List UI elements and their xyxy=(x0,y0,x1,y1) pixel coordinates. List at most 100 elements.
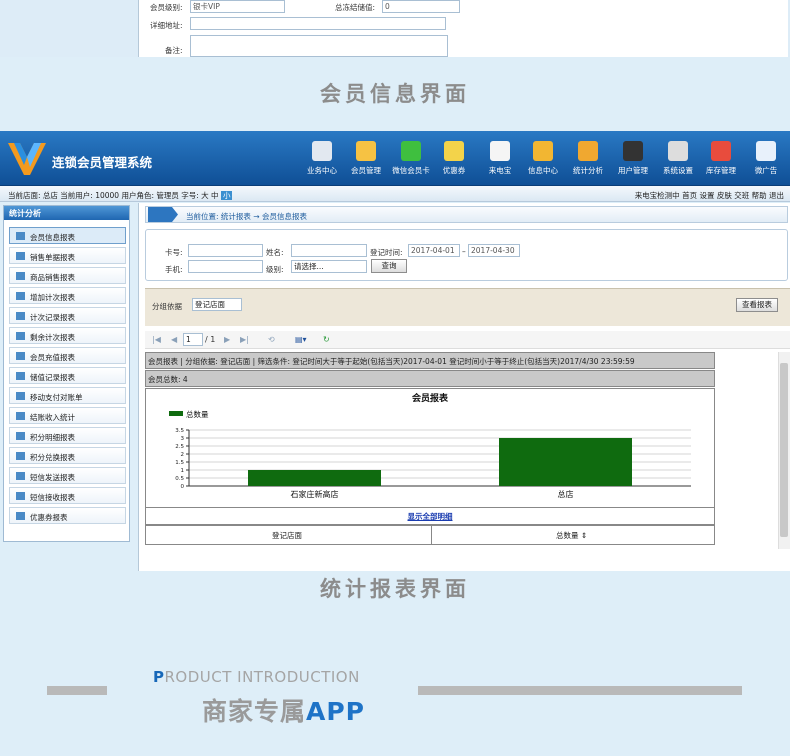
sidebar-item[interactable]: 短信接收报表 xyxy=(9,487,126,504)
scrollbar-thumb[interactable] xyxy=(780,363,788,537)
sidebar-item-label: 结账收入统计 xyxy=(30,413,75,422)
date-from-input[interactable]: 2017-04-01 xyxy=(408,244,460,257)
address-label: 详细地址: xyxy=(150,21,183,30)
page-total: / 1 xyxy=(205,335,216,344)
chart-icon xyxy=(578,141,598,161)
session-info: 当前店面: 总店 当前用户: 10000 用户角色: 管理员 字号: 大 中 小 xyxy=(8,190,233,201)
card-input[interactable] xyxy=(188,244,263,257)
sidebar-item[interactable]: 增加计次报表 xyxy=(9,287,126,304)
home-icon[interactable] xyxy=(148,207,178,222)
sort-icon: ⇕ xyxy=(580,531,588,540)
y-tick-label: 1.5 xyxy=(175,460,184,466)
member-level-label: 会员级别: xyxy=(150,3,183,12)
coupon-icon xyxy=(444,141,464,161)
report-icon xyxy=(16,372,25,380)
show-all-row: 显示全部明细 xyxy=(145,508,715,525)
sidebar-item-label: 移动支付对账单 xyxy=(30,393,83,402)
y-tick-label: 2.5 xyxy=(175,444,184,450)
legend-label: 总数量 xyxy=(186,409,209,419)
sidebar-item-label: 会员信息报表 xyxy=(30,233,75,242)
report-icon xyxy=(16,492,25,500)
sidebar-item[interactable]: 优惠券报表 xyxy=(9,507,126,524)
business-icon xyxy=(312,141,332,161)
font-small-button[interactable]: 小 xyxy=(220,191,233,200)
report-icon xyxy=(16,352,25,360)
sidebar-item[interactable]: 积分明细报表 xyxy=(9,427,126,444)
date-to-input[interactable]: 2017-04-30 xyxy=(468,244,520,257)
sidebar-item-label: 会员充值报表 xyxy=(30,353,75,362)
sidebar-item[interactable]: 短信发送报表 xyxy=(9,467,126,484)
nav-label: 业务中心 xyxy=(307,166,337,175)
nav-label: 来电宝 xyxy=(488,166,512,175)
report-info-bar: 会员报表 | 分组依据: 登记店面 | 筛选条件: 登记时间大于等于起始(包括当… xyxy=(145,352,715,369)
phone-label: 手机: xyxy=(165,265,183,274)
nav-members[interactable]: 会员管理 xyxy=(345,141,387,176)
bar-chart: 会员报表总数量 0 0.5 1 1.5 2 2.5 3 3.5 石家庄新高店 总店 xyxy=(169,392,691,499)
breadcrumb-text: 当前位置: 统计报表 → 会员信息报表 xyxy=(186,212,307,221)
phone-input[interactable] xyxy=(188,260,263,273)
level-select[interactable]: 请选择... xyxy=(291,260,367,273)
page-input[interactable]: 1 xyxy=(183,333,203,346)
nav-phone[interactable]: 来电宝 xyxy=(479,141,521,176)
phone-icon xyxy=(490,141,510,161)
sidebar-item-label: 积分明细报表 xyxy=(30,433,75,442)
sidebar-item-label: 短信接收报表 xyxy=(30,493,75,502)
sidebar-item[interactable]: 剩余计次报表 xyxy=(9,327,126,344)
remark-field[interactable] xyxy=(190,35,448,57)
export-icon[interactable]: ▤▾ xyxy=(295,335,307,344)
sidebar-item[interactable]: 会员充值报表 xyxy=(9,347,126,364)
legend-swatch xyxy=(169,411,183,416)
report-icon xyxy=(16,512,25,520)
report-icon xyxy=(16,472,25,480)
nav-chart[interactable]: 统计分析 xyxy=(567,141,609,176)
sidebar-item[interactable]: 移动支付对账单 xyxy=(9,387,126,404)
sidebar-item[interactable]: 销售单据报表 xyxy=(9,247,126,264)
name-input[interactable] xyxy=(291,244,367,257)
nav-message[interactable]: 信息中心 xyxy=(522,141,564,176)
sidebar-item[interactable]: 计次记录报表 xyxy=(9,307,126,324)
address-field[interactable] xyxy=(190,17,446,30)
nav-business[interactable]: 业务中心 xyxy=(301,141,343,176)
toolbar-links[interactable]: 来电宝检测中 首页 设置 皮肤 交班 帮助 退出 xyxy=(635,190,784,201)
intro-rest: RODUCT INTRODUCTION xyxy=(164,668,360,686)
col-store-header[interactable]: 登记店面 xyxy=(272,530,302,541)
sidebar-item-label: 计次记录报表 xyxy=(30,313,75,322)
nav-tools[interactable]: 系统设置 xyxy=(657,141,699,176)
sidebar-item[interactable]: 结账收入统计 xyxy=(9,407,126,424)
date-sep: – xyxy=(462,247,466,256)
y-tick-label: 0 xyxy=(181,484,185,490)
report-icon xyxy=(16,392,25,400)
nav-wechat[interactable]: 微信会员卡 xyxy=(390,141,432,176)
prev-page-icon[interactable]: ◀ xyxy=(171,335,177,344)
frozen-balance-field[interactable]: 0 xyxy=(382,0,460,13)
reload-icon[interactable]: ↻ xyxy=(323,335,330,344)
nav-user[interactable]: 用户管理 xyxy=(612,141,654,176)
search-button[interactable]: 查询 xyxy=(371,259,407,273)
sidebar-item[interactable]: 储值记录报表 xyxy=(9,367,126,384)
view-report-button[interactable]: 查看报表 xyxy=(736,298,778,312)
last-page-icon[interactable]: ▶| xyxy=(240,335,249,344)
first-page-icon[interactable]: |◀ xyxy=(152,335,161,344)
show-all-link[interactable]: 显示全部明细 xyxy=(408,512,453,521)
sidebar-item[interactable]: 商品销售报表 xyxy=(9,267,126,284)
left-divider xyxy=(47,686,107,695)
session-info-text: 当前店面: 总店 当前用户: 10000 用户角色: 管理员 字号: 大 中 xyxy=(8,191,219,200)
group-select[interactable]: 登记店面 xyxy=(192,298,242,311)
nav-coupon[interactable]: 优惠券 xyxy=(433,141,475,176)
card-label: 卡号: xyxy=(165,248,183,257)
member-level-field[interactable]: 银卡VIP xyxy=(190,0,285,13)
nav-ads[interactable]: 微广告 xyxy=(745,141,787,176)
message-icon xyxy=(533,141,553,161)
nav-label: 统计分析 xyxy=(573,166,603,175)
y-tick-label: 2 xyxy=(181,452,185,458)
table-header xyxy=(145,525,715,545)
sidebar-item-label: 商品销售报表 xyxy=(30,273,75,282)
sidebar-item[interactable]: 会员信息报表 xyxy=(9,227,126,244)
nav-stock[interactable]: 库存管理 xyxy=(700,141,742,176)
refresh-icon[interactable]: ⟲ xyxy=(268,335,275,344)
sidebar-item[interactable]: 积分兑换报表 xyxy=(9,447,126,464)
next-page-icon[interactable]: ▶ xyxy=(224,335,230,344)
members-icon xyxy=(356,141,376,161)
col-total-header[interactable]: 总数量 ⇕ xyxy=(556,530,587,541)
sidebar: 统计分析 会员信息报表 销售单据报表 商品销售报表 增加计次报表 计次记录报表 剩余计次报… xyxy=(3,205,130,542)
